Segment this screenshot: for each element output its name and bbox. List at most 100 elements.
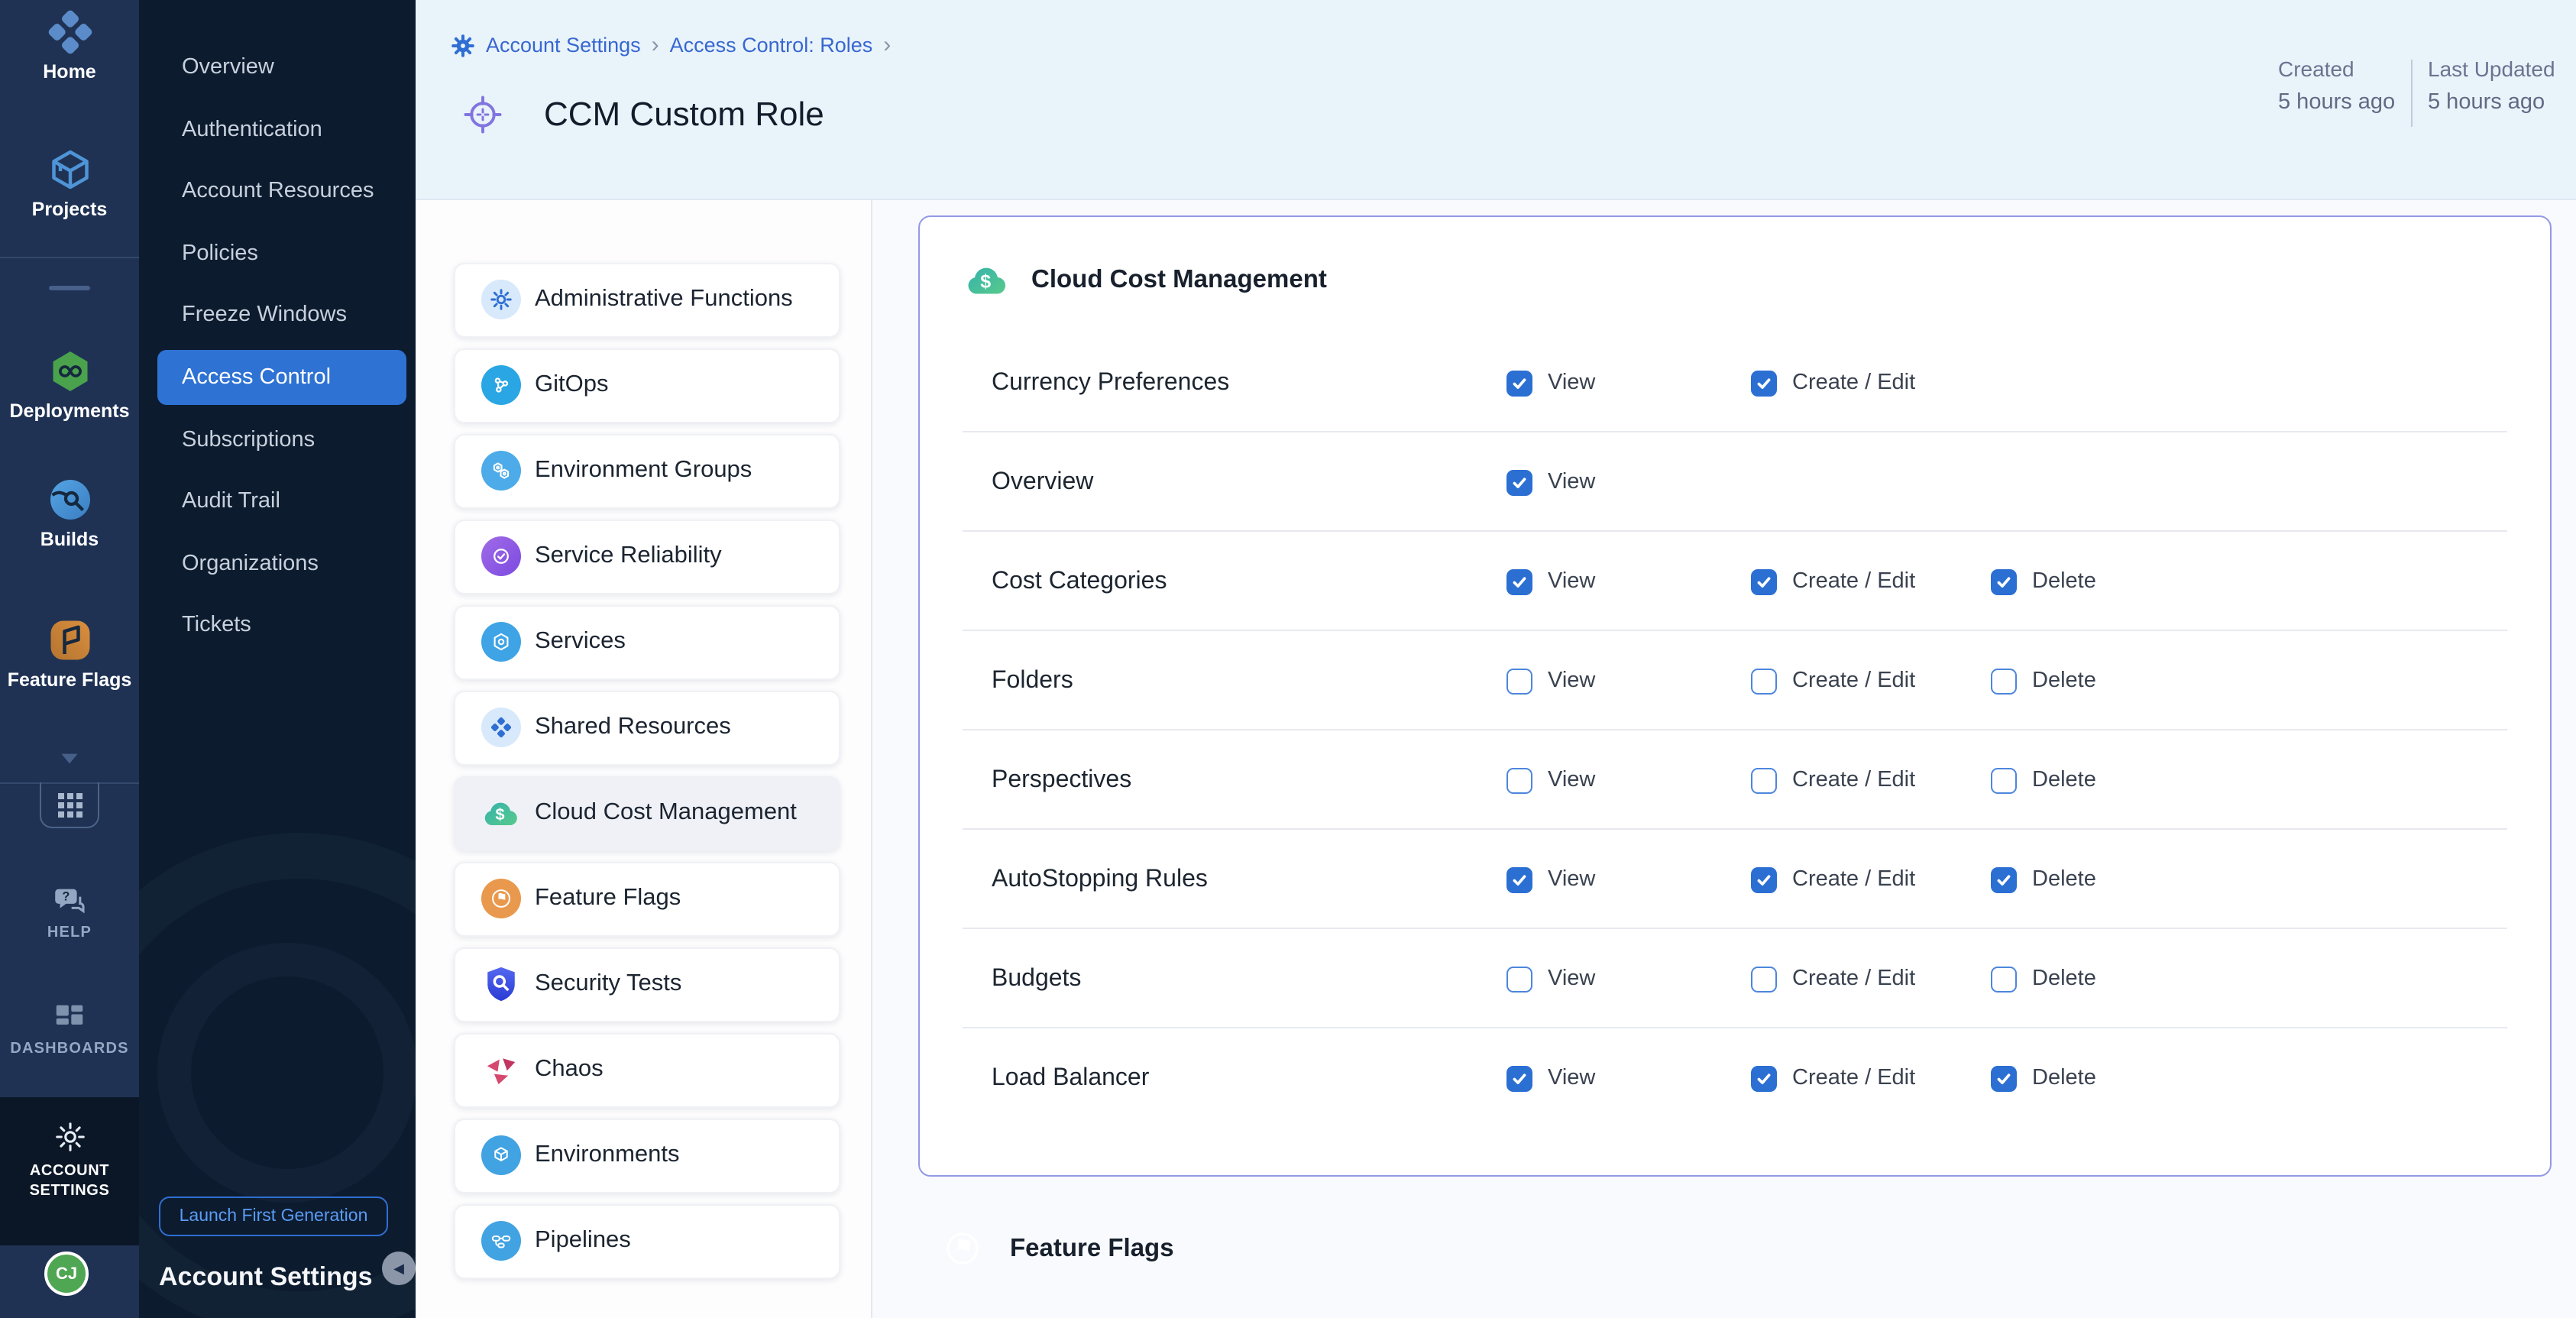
permission-checkbox-delete[interactable]: Delete <box>1991 866 2096 892</box>
checkbox-checked-icon[interactable] <box>1506 370 1532 396</box>
settings-panel-title: Account Settings <box>159 1262 373 1293</box>
resource-category-cloud-cost-management[interactable]: $Cloud Cost Management <box>454 776 840 850</box>
resource-category-label: Services <box>535 628 626 656</box>
checkbox-checked-icon[interactable] <box>1506 1065 1532 1091</box>
checkbox-checked-icon[interactable] <box>1506 568 1532 594</box>
checkbox-unchecked-icon[interactable] <box>1506 668 1532 694</box>
checkbox-unchecked-icon[interactable] <box>1751 966 1777 992</box>
permission-checkbox-delete[interactable]: Delete <box>1991 966 2096 992</box>
checkbox-checked-icon[interactable] <box>1506 469 1532 495</box>
sidebar-item-deployments[interactable]: Deployments <box>0 348 139 422</box>
breadcrumb-account-settings[interactable]: Account Settings <box>486 34 641 57</box>
resource-category-environments[interactable]: Environments <box>454 1118 840 1193</box>
checkbox-checked-icon[interactable] <box>1751 568 1777 594</box>
modules-chevron-down[interactable] <box>0 746 139 772</box>
resource-category-environment-groups[interactable]: Environment Groups <box>454 433 840 508</box>
checkbox-unchecked-icon[interactable] <box>1991 668 2017 694</box>
resource-category-administrative-functions[interactable]: Administrative Functions <box>454 262 840 337</box>
checkbox-unchecked-icon[interactable] <box>1991 966 2017 992</box>
resource-category-chaos[interactable]: Chaos <box>454 1032 840 1107</box>
permission-checkbox-create-edit[interactable]: Create / Edit <box>1751 1065 1915 1091</box>
permission-checkbox-view[interactable]: View <box>1506 668 1595 694</box>
sidebar-collapse-handle[interactable]: ◀ <box>382 1252 416 1285</box>
checkbox-unchecked-icon[interactable] <box>1751 767 1777 793</box>
breadcrumb-separator-icon: › <box>652 32 659 58</box>
permission-checkbox-view[interactable]: View <box>1506 370 1595 396</box>
checkbox-checked-icon[interactable] <box>1991 1065 2017 1091</box>
permission-checkbox-delete[interactable]: Delete <box>1991 668 2096 694</box>
permission-checkbox-create-edit[interactable]: Create / Edit <box>1751 866 1915 892</box>
permission-checkbox-view[interactable]: View <box>1506 866 1595 892</box>
permission-checkbox-create-edit[interactable]: Create / Edit <box>1751 568 1915 594</box>
svg-text:$: $ <box>980 271 991 293</box>
settings-nav-item-organizations[interactable]: Organizations <box>157 536 406 591</box>
resource-category-service-reliability[interactable]: Service Reliability <box>454 519 840 594</box>
permission-checkbox-delete[interactable]: Delete <box>1991 767 2096 793</box>
breadcrumb-access-control-roles[interactable]: Access Control: Roles <box>670 34 873 57</box>
checkbox-checked-icon[interactable] <box>1506 866 1532 892</box>
sidebar-item-feature-flags[interactable]: Feature Flags <box>0 617 139 691</box>
checkbox-label: Delete <box>2032 967 2096 991</box>
updated-value: 5 hours ago <box>2428 90 2555 115</box>
settings-nav-item-freeze-windows[interactable]: Freeze Windows <box>157 288 406 343</box>
settings-nav-item-tickets[interactable]: Tickets <box>157 598 406 653</box>
services-icon <box>481 622 521 662</box>
sidebar-item-builds[interactable]: Builds <box>0 477 139 550</box>
settings-nav-item-overview[interactable]: Overview <box>157 40 406 95</box>
settings-nav-item-audit-trail[interactable]: Audit Trail <box>157 474 406 529</box>
permission-checkbox-delete[interactable]: Delete <box>1991 1065 2096 1091</box>
sidebar-item-projects[interactable]: Projects <box>0 147 139 220</box>
checkbox-checked-icon[interactable] <box>1991 568 2017 594</box>
checkbox-unchecked-icon[interactable] <box>1991 767 2017 793</box>
ccm-cloud-icon: $ <box>964 257 1010 303</box>
permission-checkbox-create-edit[interactable]: Create / Edit <box>1751 966 1915 992</box>
resource-category-feature-flags[interactable]: Feature Flags <box>454 861 840 936</box>
permission-checkbox-create-edit[interactable]: Create / Edit <box>1751 370 1915 396</box>
sidebar-item-label: DASHBOARDS <box>10 1041 128 1057</box>
sidebar-item-label: Builds <box>40 529 99 550</box>
checkbox-checked-icon[interactable] <box>1751 866 1777 892</box>
permission-checkbox-view[interactable]: View <box>1506 966 1595 992</box>
permission-checkbox-view[interactable]: View <box>1506 469 1595 495</box>
permission-checkbox-delete[interactable]: Delete <box>1991 568 2096 594</box>
title-row: CCM Custom Role <box>463 95 824 134</box>
permission-checkbox-create-edit[interactable]: Create / Edit <box>1751 767 1915 793</box>
avatar[interactable]: CJ <box>44 1252 89 1296</box>
module-grid-button[interactable] <box>40 782 99 828</box>
checkbox-label: Create / Edit <box>1792 1066 1915 1090</box>
sidebar-item-account-settings[interactable]: ACCOUNT SETTINGS <box>0 1097 139 1245</box>
checkbox-unchecked-icon[interactable] <box>1506 767 1532 793</box>
sidebar-item-dashboards[interactable]: DASHBOARDS <box>0 999 139 1057</box>
builds-icon <box>47 477 92 523</box>
checkbox-unchecked-icon[interactable] <box>1751 668 1777 694</box>
ccm-cloud-icon: $ <box>481 793 521 833</box>
checkbox-unchecked-icon[interactable] <box>1506 966 1532 992</box>
resource-category-services[interactable]: Services <box>454 604 840 679</box>
permission-checkbox-create-edit[interactable]: Create / Edit <box>1751 668 1915 694</box>
module-grid-icon <box>57 792 82 817</box>
checkbox-checked-icon[interactable] <box>1991 866 2017 892</box>
page-title: CCM Custom Role <box>544 95 824 134</box>
checkbox-checked-icon[interactable] <box>1751 1065 1777 1091</box>
breadcrumb-separator-icon: › <box>883 32 891 58</box>
permission-checkbox-view[interactable]: View <box>1506 767 1595 793</box>
resource-category-pipelines[interactable]: Pipelines <box>454 1203 840 1278</box>
settings-nav-item-subscriptions[interactable]: Subscriptions <box>157 412 406 467</box>
settings-nav-item-account-resources[interactable]: Account Resources <box>157 164 406 219</box>
launch-first-generation-button[interactable]: Launch First Generation <box>159 1197 388 1236</box>
checkbox-label: View <box>1548 569 1595 594</box>
resource-category-shared-resources[interactable]: Shared Resources <box>454 690 840 765</box>
resource-category-gitops[interactable]: GitOps <box>454 348 840 423</box>
created-meta: Created 5 hours ago <box>2278 57 2395 115</box>
settings-nav-item-policies[interactable]: Policies <box>157 226 406 281</box>
settings-nav-item-authentication[interactable]: Authentication <box>157 102 406 157</box>
checkbox-label: View <box>1548 371 1595 395</box>
permission-checkbox-view[interactable]: View <box>1506 568 1595 594</box>
checkbox-checked-icon[interactable] <box>1751 370 1777 396</box>
settings-nav-item-access-control[interactable]: Access Control <box>157 350 406 405</box>
sidebar-item-help[interactable]: ?HELP <box>0 883 139 941</box>
sidebar-item-home[interactable]: Home <box>0 9 139 83</box>
resource-category-security-tests[interactable]: Security Tests <box>454 947 840 1022</box>
collapsed-module-indicator <box>49 286 90 290</box>
permission-checkbox-view[interactable]: View <box>1506 1065 1595 1091</box>
